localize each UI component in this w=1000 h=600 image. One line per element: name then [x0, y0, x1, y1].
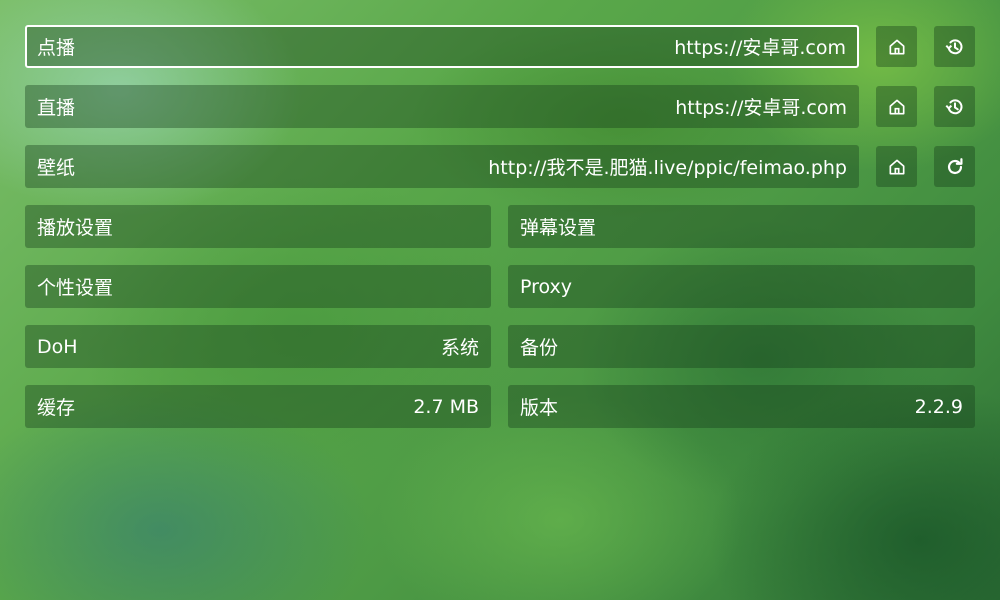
live-source-label: 直播: [37, 97, 76, 119]
personal-settings-row[interactable]: 个性设置: [25, 265, 491, 308]
live-history-button[interactable]: [934, 86, 975, 127]
live-home-button[interactable]: [876, 86, 917, 127]
version-number: 2.2.9: [914, 395, 963, 418]
vod-home-button[interactable]: [876, 26, 917, 67]
home-icon: [889, 99, 904, 114]
wallpaper-source-url: http://我不是.肥猫.live/ppic/feimao.php: [488, 157, 847, 179]
cache-size: 2.7 MB: [413, 395, 479, 418]
version-label: 版本: [520, 397, 559, 419]
vod-source-row[interactable]: 点播 https://安卓哥.com: [25, 25, 859, 68]
cache-row[interactable]: 缓存 2.7 MB: [25, 385, 491, 428]
doh-value: 系统: [440, 337, 479, 359]
version-row[interactable]: 版本 2.2.9: [508, 385, 975, 428]
doh-label: DoH: [37, 335, 78, 358]
home-icon: [889, 159, 904, 174]
playback-settings-label: 播放设置: [37, 217, 114, 239]
vod-source-label: 点播: [37, 37, 76, 59]
wallpaper-refresh-button[interactable]: [934, 146, 975, 187]
cache-label: 缓存: [37, 397, 76, 419]
refresh-icon: [947, 157, 963, 174]
proxy-row[interactable]: Proxy: [508, 265, 975, 308]
wallpaper-source-label: 壁纸: [37, 157, 76, 179]
personal-settings-label: 个性设置: [37, 277, 114, 299]
live-source-row[interactable]: 直播 https://安卓哥.com: [25, 85, 859, 128]
vod-source-url: https://安卓哥.com: [674, 37, 846, 59]
proxy-label: Proxy: [520, 275, 573, 298]
danmaku-settings-row[interactable]: 弹幕设置: [508, 205, 975, 248]
history-icon: [945, 38, 962, 54]
backup-label: 备份: [520, 337, 559, 359]
history-icon: [945, 98, 962, 114]
doh-row[interactable]: DoH 系统: [25, 325, 491, 368]
home-icon: [889, 39, 904, 55]
live-source-url: https://安卓哥.com: [675, 97, 847, 119]
wallpaper-home-button[interactable]: [876, 146, 917, 187]
danmaku-settings-label: 弹幕设置: [520, 217, 597, 239]
playback-settings-row[interactable]: 播放设置: [25, 205, 491, 248]
backup-row[interactable]: 备份: [508, 325, 975, 368]
wallpaper-source-row[interactable]: 壁纸 http://我不是.肥猫.live/ppic/feimao.php: [25, 145, 859, 188]
vod-history-button[interactable]: [934, 26, 975, 67]
